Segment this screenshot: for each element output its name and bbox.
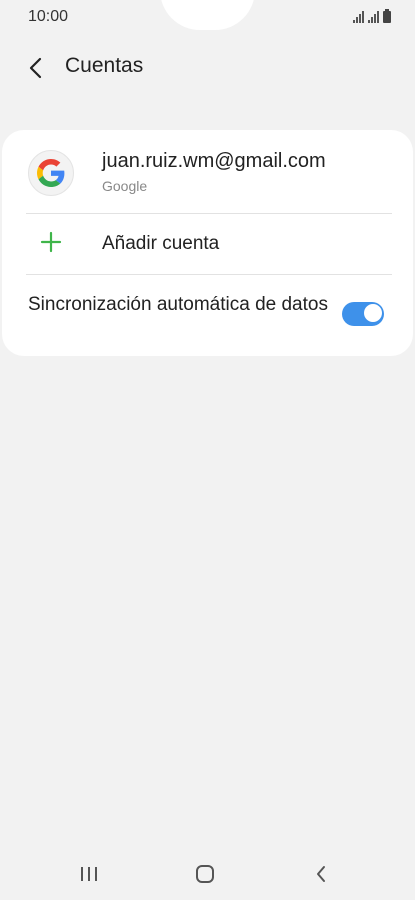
home-button[interactable] <box>185 860 225 888</box>
recents-button[interactable] <box>69 860 109 888</box>
signal-icon <box>353 11 364 23</box>
status-bar: 10:00 <box>0 0 415 34</box>
home-icon <box>196 865 214 883</box>
navigation-bar <box>0 852 415 896</box>
nav-back-button[interactable] <box>301 860 341 888</box>
camera-notch <box>160 0 255 30</box>
auto-sync-toggle[interactable] <box>342 302 384 326</box>
status-icons <box>353 9 391 23</box>
back-button[interactable] <box>20 52 52 84</box>
google-logo-icon <box>28 150 74 196</box>
status-time: 10:00 <box>28 8 69 25</box>
app-header: Cuentas <box>0 44 415 90</box>
add-account-label: Añadir cuenta <box>102 233 220 254</box>
account-type: Google <box>102 178 148 194</box>
signal-icon <box>368 11 379 23</box>
back-icon <box>317 866 325 882</box>
toggle-knob <box>363 303 383 323</box>
accounts-card: juan.ruiz.wm@gmail.com Google Añadir cue… <box>2 130 413 356</box>
account-email: juan.ruiz.wm@gmail.com <box>102 150 326 172</box>
recents-icon <box>81 867 97 881</box>
plus-icon <box>40 231 62 253</box>
battery-icon <box>383 9 391 23</box>
page-title: Cuentas <box>65 54 144 77</box>
chevron-left-icon <box>29 57 42 79</box>
auto-sync-label: Sincronización automática de datos <box>28 294 328 315</box>
add-account-button[interactable]: Añadir cuenta <box>2 214 413 274</box>
auto-sync-row[interactable]: Sincronización automática de datos <box>2 275 413 356</box>
account-item-google[interactable]: juan.ruiz.wm@gmail.com Google <box>2 130 413 213</box>
